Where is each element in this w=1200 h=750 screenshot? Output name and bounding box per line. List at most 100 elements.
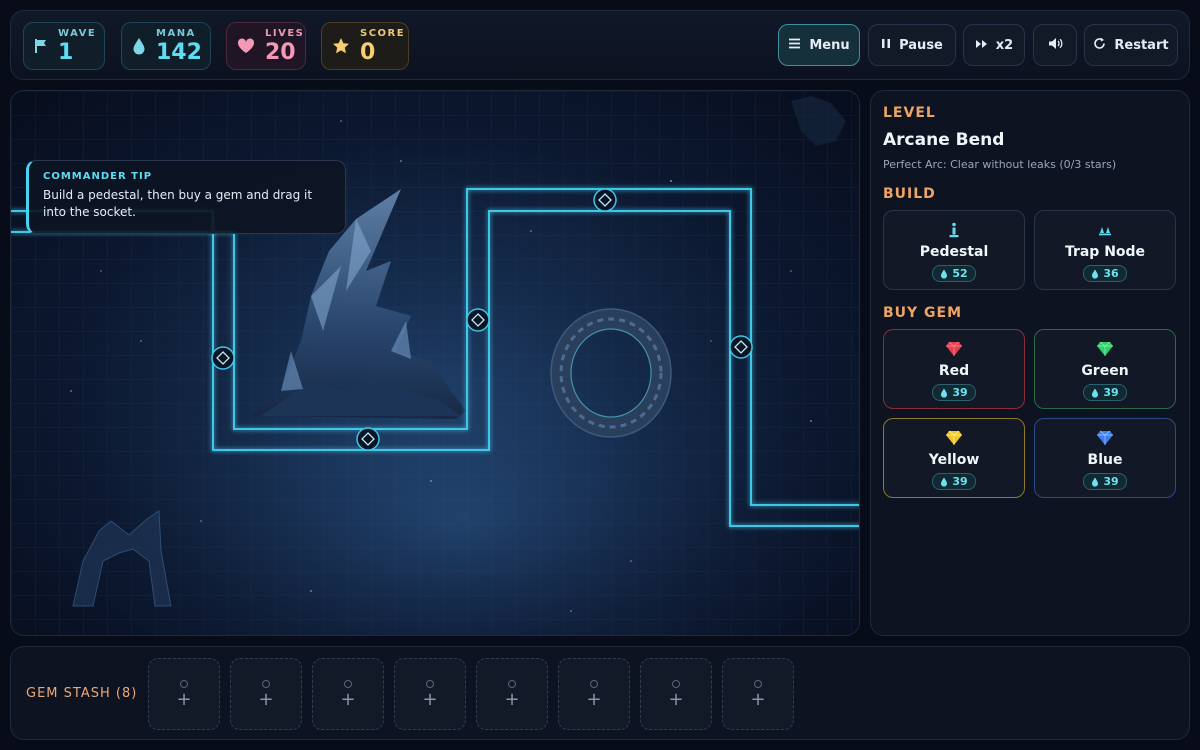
flag-icon <box>34 36 48 56</box>
restart-label: Restart <box>1114 37 1169 53</box>
pedestal-name: Pedestal <box>919 244 989 260</box>
trap-node-name: Trap Node <box>1064 244 1146 260</box>
red-gem-cost-value: 39 <box>952 386 968 399</box>
slot-indicator <box>590 680 598 688</box>
gem-stash: GEM STASH (8) + + + + + + + + <box>10 646 1190 740</box>
speed-button[interactable]: x2 <box>963 24 1025 66</box>
droplet-icon <box>941 269 948 279</box>
trap-node-cost-value: 36 <box>1103 267 1119 280</box>
plus-icon: + <box>586 689 602 710</box>
blue-gem-icon <box>1096 429 1114 447</box>
plus-icon: + <box>340 689 356 710</box>
hamburger-icon <box>788 38 801 53</box>
socket-node[interactable] <box>466 308 490 332</box>
gem-stash-label: GEM STASH (8) <box>26 686 138 701</box>
buy-red-gem-card[interactable]: Red 39 <box>883 329 1025 409</box>
yellow-gem-icon <box>945 429 963 447</box>
socket-node[interactable] <box>593 188 617 212</box>
stash-slot[interactable]: + <box>722 658 794 730</box>
buy-yellow-gem-card[interactable]: Yellow 39 <box>883 418 1025 498</box>
lives-stat: LIVES 20 <box>226 22 306 70</box>
buy-gem-heading: BUY GEM <box>883 305 963 321</box>
pedestal-icon <box>948 221 960 239</box>
buy-green-gem-card[interactable]: Green 39 <box>1034 329 1176 409</box>
commander-tip: COMMANDER TIP Build a pedestal, then buy… <box>26 160 346 234</box>
tip-title: COMMANDER TIP <box>43 171 153 182</box>
tip-text: Build a pedestal, then buy a gem and dra… <box>43 188 313 219</box>
build-trap-node-card[interactable]: Trap Node 36 <box>1034 210 1176 290</box>
plus-icon: + <box>176 689 192 710</box>
stash-slot[interactable]: + <box>394 658 466 730</box>
wave-stat: WAVE 1 <box>23 22 105 70</box>
green-gem-icon <box>1096 340 1114 358</box>
socket-node[interactable] <box>729 335 753 359</box>
droplet-icon <box>1092 269 1099 279</box>
mana-value: 142 <box>156 39 202 65</box>
green-gem-cost-value: 39 <box>1103 386 1119 399</box>
green-gem-cost: 39 <box>1083 384 1127 401</box>
red-gem-cost: 39 <box>932 384 976 401</box>
trap-node-cost: 36 <box>1083 265 1127 282</box>
yellow-gem-name: Yellow <box>928 452 980 468</box>
plus-icon: + <box>258 689 274 710</box>
plus-icon: + <box>750 689 766 710</box>
red-gem-icon <box>945 340 963 358</box>
score-label: SCORE <box>360 27 406 39</box>
mana-stat: MANA 142 <box>121 22 211 70</box>
speaker-icon <box>1048 37 1063 54</box>
speed-label: x2 <box>995 37 1014 53</box>
sound-button[interactable] <box>1033 24 1077 66</box>
droplet-icon <box>941 388 948 398</box>
droplet-icon <box>941 477 948 487</box>
level-heading: LEVEL <box>883 105 936 121</box>
level-name: Arcane Bend <box>883 130 1005 150</box>
stash-slot[interactable]: + <box>558 658 630 730</box>
build-pedestal-card[interactable]: Pedestal 52 <box>883 210 1025 290</box>
slot-indicator <box>754 680 762 688</box>
yellow-gem-cost-value: 39 <box>952 475 968 488</box>
slot-indicator <box>344 680 352 688</box>
heart-icon <box>237 36 255 56</box>
fast-forward-icon <box>975 38 988 53</box>
socket-node[interactable] <box>211 346 235 370</box>
blue-gem-name: Blue <box>1087 452 1123 468</box>
yellow-gem-cost: 39 <box>932 473 976 490</box>
level-objective: Perfect Arc: Clear without leaks (0/3 st… <box>883 158 1117 171</box>
buy-blue-gem-card[interactable]: Blue 39 <box>1034 418 1176 498</box>
blue-gem-cost: 39 <box>1083 473 1127 490</box>
pedestal-cost-value: 52 <box>952 267 968 280</box>
slot-indicator <box>672 680 680 688</box>
restart-icon <box>1093 37 1106 54</box>
stash-slot[interactable]: + <box>312 658 384 730</box>
droplet-icon <box>132 36 146 56</box>
slot-indicator <box>508 680 516 688</box>
menu-label: Menu <box>809 37 850 53</box>
lives-label: LIVES <box>265 27 305 39</box>
socket-node[interactable] <box>356 427 380 451</box>
stash-slot[interactable]: + <box>148 658 220 730</box>
star-icon <box>332 36 350 56</box>
stash-slot[interactable]: + <box>640 658 712 730</box>
game-map[interactable]: COMMANDER TIP Build a pedestal, then buy… <box>10 90 860 636</box>
pause-icon <box>881 38 891 53</box>
slot-indicator <box>426 680 434 688</box>
menu-button[interactable]: Menu <box>778 24 860 66</box>
pedestal-cost: 52 <box>932 265 976 282</box>
trap-icon <box>1098 221 1112 239</box>
restart-button[interactable]: Restart <box>1084 24 1178 66</box>
red-gem-name: Red <box>938 363 970 379</box>
mana-label: MANA <box>156 27 196 39</box>
score-value: 0 <box>360 39 376 65</box>
stash-slot[interactable]: + <box>230 658 302 730</box>
slot-indicator <box>180 680 188 688</box>
plus-icon: + <box>668 689 684 710</box>
pause-button[interactable]: Pause <box>868 24 956 66</box>
wave-value: 1 <box>58 39 74 65</box>
droplet-icon <box>1092 388 1099 398</box>
wave-label: WAVE <box>58 27 97 39</box>
stash-slot[interactable]: + <box>476 658 548 730</box>
lives-value: 20 <box>265 39 296 65</box>
blue-gem-cost-value: 39 <box>1103 475 1119 488</box>
plus-icon: + <box>422 689 438 710</box>
score-stat: SCORE 0 <box>321 22 409 70</box>
